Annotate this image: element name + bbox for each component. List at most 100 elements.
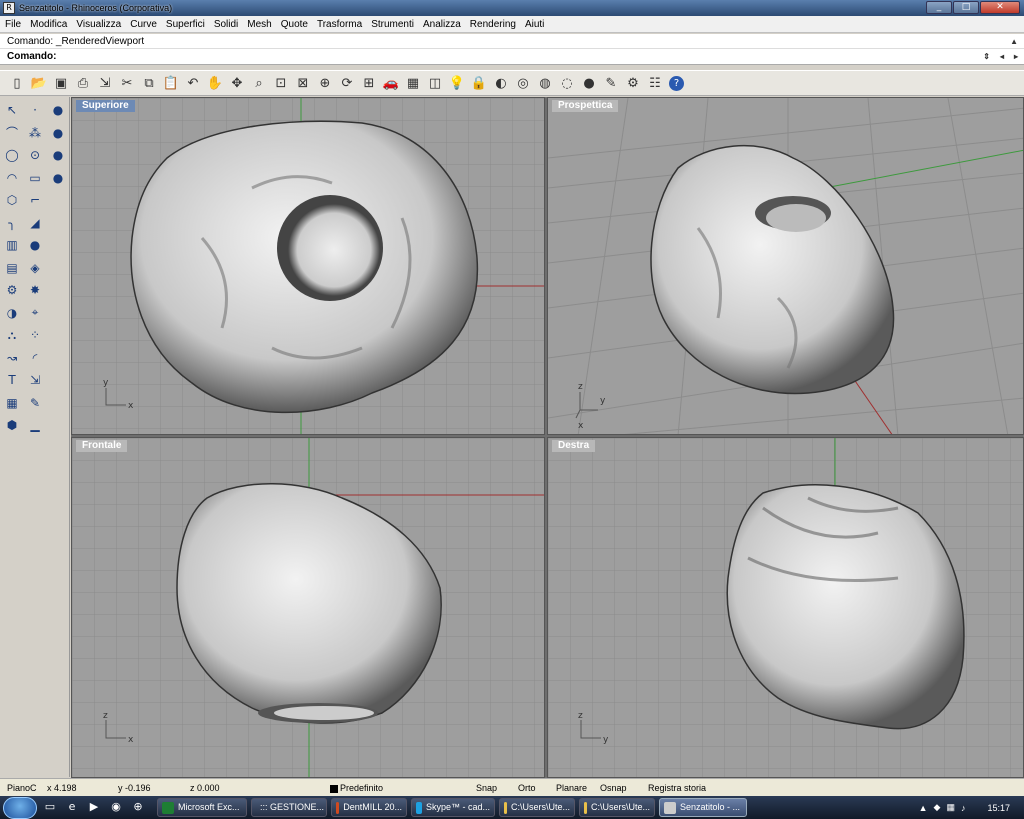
ellipse-icon[interactable]: ⊙ (24, 144, 46, 167)
show-desktop-icon[interactable]: ▭ (41, 800, 59, 816)
surface-icon[interactable]: ◢ (24, 212, 46, 235)
status-planar[interactable]: Planare (556, 783, 587, 793)
viewport-right[interactable]: Destra z y (547, 437, 1024, 778)
copy-icon[interactable]: ⧉ (138, 72, 160, 94)
undo-icon[interactable]: ↶ (182, 72, 204, 94)
new-icon[interactable]: ▯ (6, 72, 28, 94)
viewport-top[interactable]: Superiore y x (71, 97, 545, 435)
scale-icon[interactable]: ⇲ (24, 369, 46, 392)
menu-visualizza[interactable]: Visualizza (71, 19, 125, 30)
sphere-render-icon[interactable]: ● (578, 72, 600, 94)
open-icon[interactable]: 📂 (28, 72, 50, 94)
scroll-up-icon[interactable]: ▲ (1010, 34, 1018, 49)
status-snap[interactable]: Snap (476, 783, 497, 793)
taskbar-button[interactable]: Microsoft Exc... (157, 798, 247, 817)
zoom-icon[interactable]: ⌕ (248, 72, 270, 94)
array-icon[interactable]: ⁘ (24, 324, 46, 347)
taskbar-button[interactable]: Skype™ - cad... (411, 798, 495, 817)
print-icon[interactable]: ⎙ (72, 72, 94, 94)
help-icon[interactable]: ? (669, 75, 684, 91)
text-icon[interactable]: T (1, 369, 23, 392)
command-input[interactable] (58, 51, 953, 63)
menu-superfici[interactable]: Superfici (161, 19, 209, 30)
menu-rendering[interactable]: Rendering (465, 19, 520, 30)
gear-icon[interactable]: ⚙ (1, 279, 23, 302)
tray-app-icon[interactable]: ◆ (934, 802, 941, 813)
maximize-button[interactable]: □ (953, 1, 979, 14)
status-ortho[interactable]: Orto (518, 783, 536, 793)
polygon-icon[interactable]: ⬡ (1, 189, 23, 212)
explode-icon[interactable]: ✸ (24, 279, 46, 302)
shade-icon[interactable]: ◐ (490, 72, 512, 94)
viewport-label-top[interactable]: Superiore (76, 100, 135, 112)
box-solid-icon[interactable]: ▥ (1, 234, 23, 257)
settings-icon[interactable]: ⚙ (622, 72, 644, 94)
layer-icon[interactable]: ◫ (424, 72, 446, 94)
minimize-button[interactable]: _ (926, 1, 952, 14)
union-icon[interactable]: ⛬ (1, 324, 23, 347)
tray-clock[interactable]: 15:17 (987, 803, 1010, 813)
media-player-icon[interactable]: ▶ (85, 800, 103, 816)
surface-edit-icon[interactable]: ◈ (24, 257, 46, 280)
arrow-left-icon[interactable]: ◂ (1000, 49, 1004, 65)
cut-icon[interactable]: ✂ (116, 72, 138, 94)
curve-points-icon[interactable]: ⁂ (24, 122, 46, 145)
viewport-label-right[interactable]: Destra (552, 440, 596, 452)
status-history[interactable]: Registra storia (648, 783, 706, 793)
app-launcher-icon[interactable]: ◉ (107, 800, 125, 816)
curve-icon[interactable]: ↝ (1, 347, 23, 370)
zoom-selected-icon[interactable]: ⊕ (314, 72, 336, 94)
menu-file[interactable]: File (0, 19, 25, 30)
fillet-icon[interactable]: ╮ (1, 212, 23, 235)
spinner-icon[interactable]: ⇕ (983, 49, 990, 65)
status-osnap[interactable]: Osnap (600, 783, 627, 793)
curve-trim-icon[interactable]: ⌐ (24, 189, 46, 212)
taskbar-button[interactable]: C:\Users\Ute... (579, 798, 655, 817)
zoom-extents-icon[interactable]: ⊠ (292, 72, 314, 94)
rhino-app-icon[interactable]: R (3, 2, 15, 14)
lock-icon[interactable]: 🔒 (468, 72, 490, 94)
point-icon[interactable]: · (24, 99, 46, 122)
color-wheel-icon[interactable]: ◎ (512, 72, 534, 94)
menu-modifica[interactable]: Modifica (25, 19, 71, 30)
sphere-grey-icon[interactable]: ● (47, 144, 69, 167)
paste-icon[interactable]: 📋 (160, 72, 182, 94)
menu-quote[interactable]: Quote (276, 19, 312, 30)
viewport-label-front[interactable]: Frontale (76, 440, 128, 452)
select-arrow-icon[interactable]: ↖ (1, 99, 23, 122)
viewport-front[interactable]: Frontale z x (71, 437, 545, 778)
cube-icon[interactable]: ⬢ (1, 414, 23, 437)
arrow-right-icon[interactable]: ▸ (1014, 49, 1018, 65)
properties-icon[interactable]: ☷ (644, 72, 666, 94)
grid-icon[interactable]: ▦ (402, 72, 424, 94)
sphere-mesh-icon[interactable]: ● (47, 122, 69, 145)
close-button[interactable]: ✕ (980, 1, 1020, 14)
polyline-icon[interactable]: ⌒ (1, 122, 23, 145)
status-layer[interactable]: Predefinito (330, 783, 383, 793)
pan-icon[interactable]: ✋ (204, 72, 226, 94)
blend-icon[interactable]: ◜ (24, 347, 46, 370)
taskbar-button[interactable]: DentMILL 20... (331, 798, 407, 817)
save-icon[interactable]: ▣ (50, 72, 72, 94)
viewport-label-perspective[interactable]: Prospettica (552, 100, 619, 112)
arc-icon[interactable]: ◠ (1, 167, 23, 190)
history-scroll[interactable]: ▲ (1010, 34, 1018, 49)
taskbar-button[interactable]: C:\Users\Ute... (499, 798, 575, 817)
trim-icon[interactable]: ⌖ (24, 302, 46, 325)
tray-volume-icon[interactable]: ♪ (961, 803, 966, 813)
menu-mesh[interactable]: Mesh (242, 19, 275, 30)
tray-expand-icon[interactable]: ▲ (919, 803, 928, 813)
menu-solidi[interactable]: Solidi (209, 19, 242, 30)
zoom-window-icon[interactable]: ⊡ (270, 72, 292, 94)
taskbar-button[interactable]: Senzatitolo - ... (659, 798, 747, 817)
menu-analizza[interactable]: Analizza (418, 19, 465, 30)
car-icon[interactable]: 🚗 (380, 72, 402, 94)
four-views-icon[interactable]: ⊞ (358, 72, 380, 94)
options-icon[interactable]: ✎ (600, 72, 622, 94)
tray-network-icon[interactable]: ▦ (946, 802, 955, 813)
sphere-icon[interactable]: ● (24, 234, 46, 257)
render-mode-icon[interactable]: ◍ (534, 72, 556, 94)
rectangle-icon[interactable]: ▭ (24, 167, 46, 190)
cylinder-icon[interactable]: ▤ (1, 257, 23, 280)
sphere-split-icon[interactable]: ● (47, 167, 69, 190)
